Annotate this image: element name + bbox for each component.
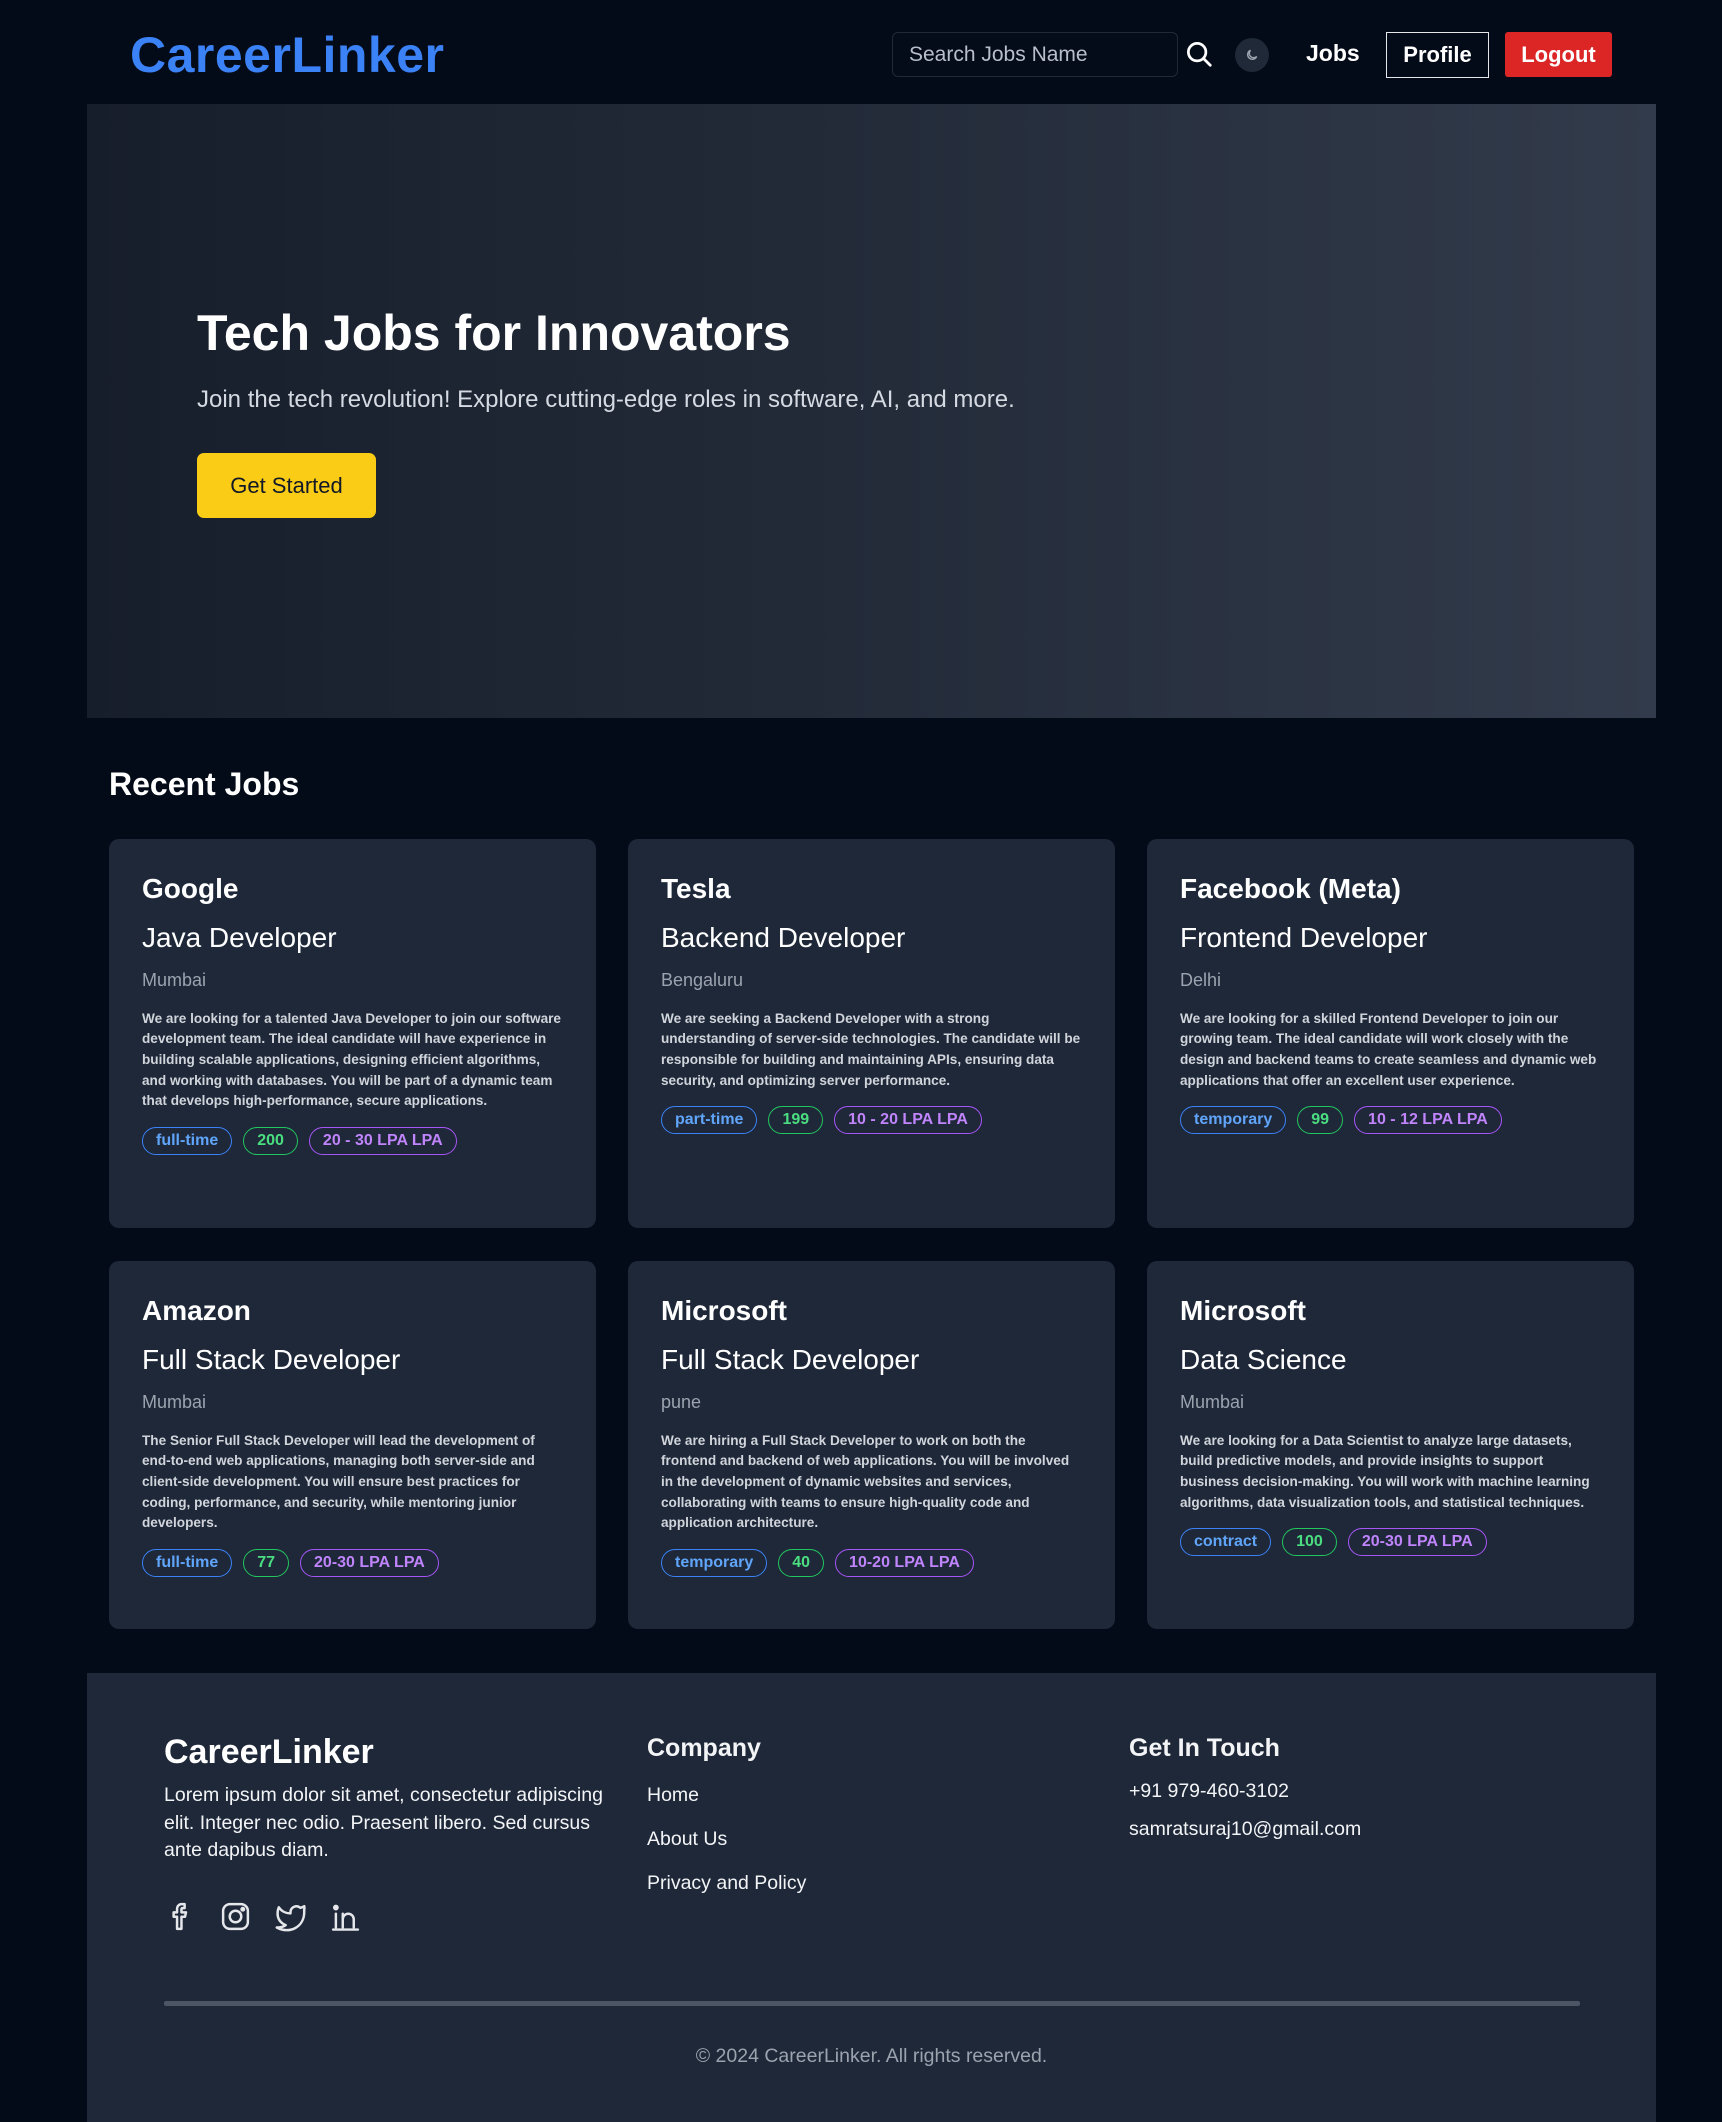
job-type-badge: part-time [661,1106,758,1135]
job-description: We are looking for a Data Scientist to a… [1180,1432,1590,1510]
job-card[interactable]: Microsoft Data Science Mumbai We are loo… [1147,1261,1634,1629]
brand-logo[interactable]: CareerLinker [130,26,445,84]
logout-button[interactable]: Logout [1505,32,1612,77]
job-type-badge: full-time [142,1126,233,1155]
navbar: CareerLinker Jobs Profile Logout [0,0,1722,104]
footer-company-heading: Company [647,1734,761,1762]
job-salary-badge: 10 - 12 LPA LPA [1354,1106,1502,1135]
job-description: The Senior Full Stack Developer will lea… [142,1432,535,1531]
job-card[interactable]: Google Java Developer Mumbai We are look… [109,839,596,1228]
instagram-link[interactable] [219,1900,252,1933]
job-card[interactable]: Tesla Backend Developer Bengaluru We are… [628,839,1115,1228]
footer-link-home[interactable]: Home [647,1784,699,1807]
job-company: Facebook (Meta) [1180,873,1401,904]
search-icon [1187,41,1212,67]
job-positions-badge: 77 [243,1548,290,1577]
job-location: Mumbai [142,969,207,990]
job-positions-badge: 99 [1297,1106,1344,1135]
job-role: Frontend Developer [1180,922,1428,953]
job-type-badge: temporary [1180,1106,1287,1135]
job-company: Google [142,873,239,904]
footer-link-privacy-policy[interactable]: Privacy and Policy [647,1872,806,1895]
job-tags: temporary 40 10-20 LPA LPA [661,1548,1082,1577]
linkedin-link[interactable] [329,1900,362,1933]
job-description: We are looking for a skilled Frontend De… [1180,1010,1597,1088]
job-positions-badge: 100 [1282,1528,1337,1557]
job-type-badge: temporary [661,1548,768,1577]
job-description: We are hiring a Full Stack Developer to … [661,1432,1070,1531]
job-role: Java Developer [142,922,337,953]
job-company: Tesla [661,873,731,904]
nav-link-jobs[interactable]: Jobs [1306,40,1360,67]
job-type-badge: contract [1180,1528,1272,1557]
twitter-icon [275,1904,306,1932]
footer: CareerLinker Lorem ipsum dolor sit amet,… [87,1673,1656,2122]
job-location: Delhi [1180,969,1222,990]
job-location: Mumbai [142,1391,207,1412]
moon-icon [1247,49,1258,60]
twitter-link[interactable] [274,1900,307,1933]
footer-contact-heading: Get In Touch [1129,1734,1280,1762]
facebook-icon [172,1902,188,1931]
job-role: Backend Developer [661,922,906,953]
job-description: We are seeking a Backend Developer with … [661,1010,1081,1088]
search-button[interactable] [1182,38,1216,72]
job-salary-badge: 10-20 LPA LPA [835,1548,974,1577]
social-links [164,1900,362,1933]
job-company: Microsoft [1180,1295,1306,1326]
footer-copyright: © 2024 CareerLinker. All rights reserved… [695,2045,1048,2067]
profile-button[interactable]: Profile [1386,32,1489,78]
job-company: Microsoft [661,1295,787,1326]
job-salary-badge: 20 - 30 LPA LPA [308,1126,457,1155]
job-positions-badge: 199 [768,1106,824,1135]
hero-title: Tech Jobs for Innovators [197,305,791,361]
job-tags: temporary 99 10 - 12 LPA LPA [1180,1106,1601,1135]
hero-banner: Tech Jobs for Innovators Join the tech r… [87,104,1656,718]
job-role: Full Stack Developer [142,1344,401,1375]
job-salary-badge: 20-30 LPA LPA [300,1548,439,1577]
instagram-icon [221,1902,250,1931]
theme-toggle-button[interactable] [1235,38,1269,72]
job-positions-badge: 40 [778,1548,825,1577]
job-positions-badge: 200 [243,1126,298,1155]
job-card[interactable]: Amazon Full Stack Developer Mumbai The S… [109,1261,596,1629]
job-card[interactable]: Microsoft Full Stack Developer pune We a… [628,1261,1115,1629]
footer-about: Lorem ipsum dolor sit amet, consectetur … [164,1784,603,1861]
facebook-link[interactable] [164,1900,197,1933]
linkedin-icon [331,1904,360,1931]
footer-email: samratsuraj10@gmail.com [1129,1818,1362,1840]
job-type-badge: full-time [142,1548,233,1577]
job-salary-badge: 10 - 20 LPA LPA [834,1106,982,1135]
job-card[interactable]: Facebook (Meta) Frontend Developer Delhi… [1147,839,1634,1228]
job-tags: contract 100 20-30 LPA LPA [1180,1528,1601,1557]
job-role: Data Science [1180,1344,1347,1375]
get-started-button[interactable]: Get Started [197,453,376,518]
job-tags: full-time 200 20 - 30 LPA LPA [142,1126,563,1155]
job-description: We are looking for a talented Java Devel… [142,1010,561,1109]
job-location: Bengaluru [661,969,744,990]
recent-jobs-title: Recent Jobs [109,766,300,802]
job-location: pune [661,1391,702,1412]
job-salary-badge: 20-30 LPA LPA [1347,1528,1487,1557]
search-input[interactable] [892,32,1178,77]
job-tags: part-time 199 10 - 20 LPA LPA [661,1106,1082,1135]
hero-subtitle: Join the tech revolution! Explore cuttin… [197,386,1015,413]
footer-brand: CareerLinker [164,1733,374,1771]
footer-phone: +91 979-460-3102 [1129,1780,1289,1802]
footer-link-about-us[interactable]: About Us [647,1828,727,1851]
job-role: Full Stack Developer [661,1344,920,1375]
job-tags: full-time 77 20-30 LPA LPA [142,1548,563,1577]
job-company: Amazon [142,1295,251,1326]
footer-divider [164,2001,1580,2006]
job-location: Mumbai [1180,1391,1245,1412]
